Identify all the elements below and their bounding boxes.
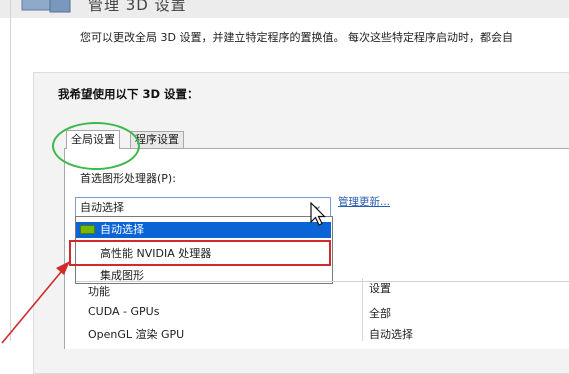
mouse-cursor-icon (310, 202, 326, 226)
page-title: 管理 3D 设置 (88, 0, 187, 14)
preferred-gpu-label: 首选图形处理器(P): (80, 172, 176, 185)
column-header-setting[interactable]: 设置 (369, 280, 391, 296)
header-strip (0, 0, 569, 18)
nvidia-3d-settings-icon (21, 0, 71, 13)
tab-global-settings[interactable]: 全局设置 (66, 130, 120, 149)
table-row-feature[interactable]: CUDA - GPUs (88, 305, 159, 318)
column-header-feature[interactable]: 功能 (88, 283, 110, 299)
table-header-divider (76, 281, 569, 282)
table-row-setting[interactable]: 全部 (369, 305, 391, 321)
option-auto-select-label: 自动选择 (100, 223, 144, 236)
page-description: 您可以更改全局 3D 设置，并建立特定程序的置换值。 每次这些特定程序启动时，都… (80, 31, 513, 44)
table-row-feature[interactable]: OpenGL 渲染 GPU (88, 326, 184, 342)
manage-updates-link[interactable]: 管理更新... (338, 194, 390, 209)
nvidia-icon (80, 225, 95, 234)
table-column-divider (362, 278, 363, 341)
preferred-gpu-selected-value: 自动选择 (80, 201, 124, 214)
table-row-setting[interactable]: 自动选择 (369, 326, 413, 342)
section-heading: 我希望使用以下 3D 设置： (58, 87, 199, 101)
annotation-red-arrow (1, 261, 70, 344)
annotation-red-box (69, 240, 331, 266)
